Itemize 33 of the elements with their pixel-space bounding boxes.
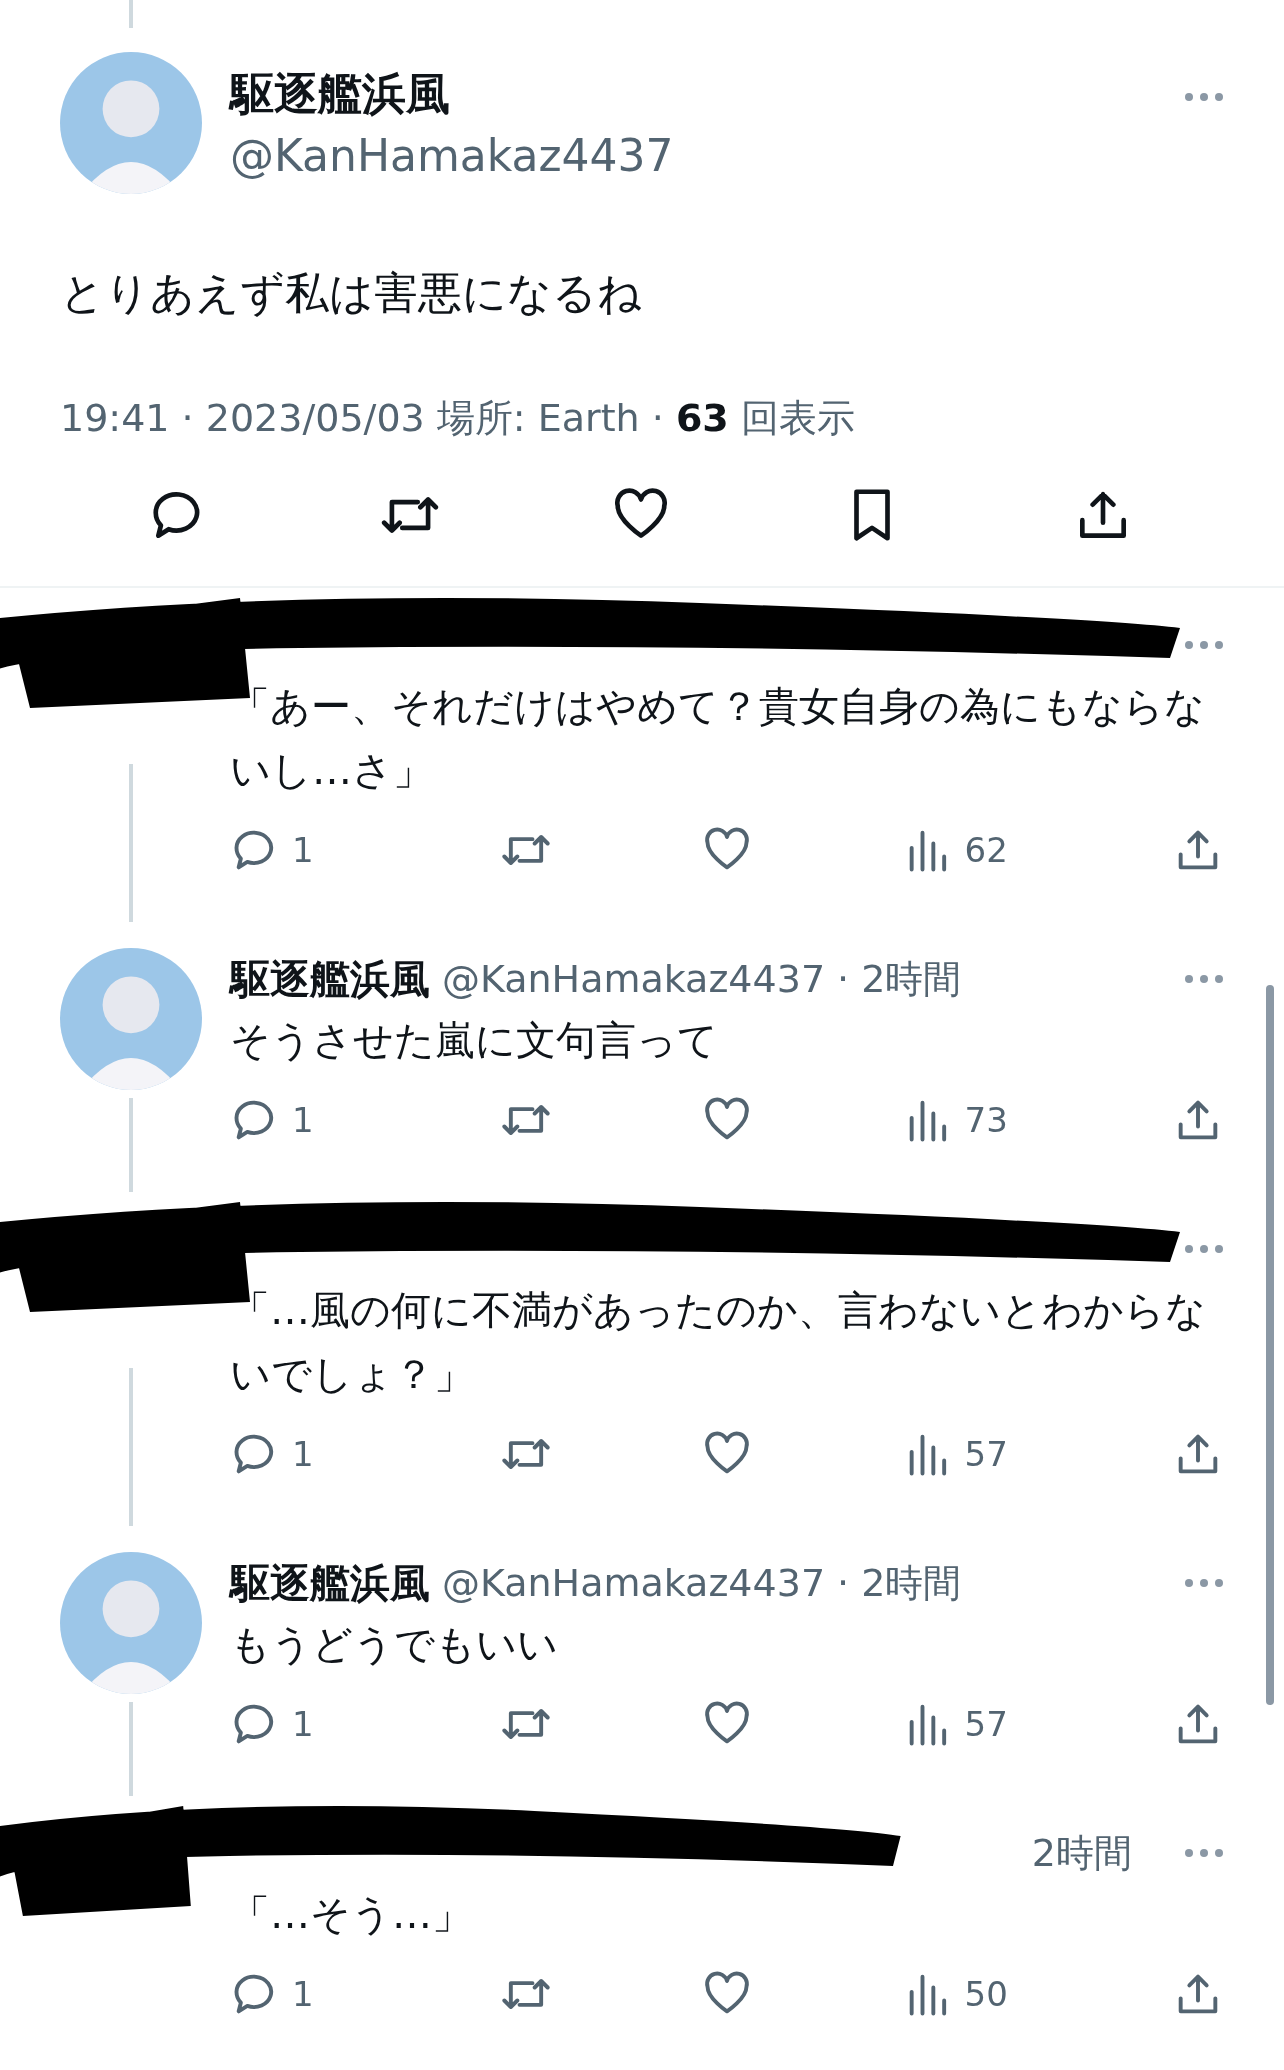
post-time: · 2時間 <box>837 955 962 1003</box>
view-count: 62 <box>964 830 1008 870</box>
view-count: 50 <box>964 1974 1008 2014</box>
user-name[interactable]: 駆逐艦浜風 <box>230 1555 430 1611</box>
more-icon[interactable] <box>1184 1848 1224 1858</box>
more-icon[interactable] <box>1184 974 1224 984</box>
reply-text: 「あー、それだけはやめて？貴女自身の為にもならないし…さ」 <box>230 682 1206 795</box>
tweet-text: とりあえず私は害悪になるね <box>60 266 643 320</box>
view-count: 73 <box>964 1100 1008 1140</box>
reply-count: 1 <box>292 1434 314 1474</box>
more-icon[interactable] <box>1184 1244 1224 1254</box>
user-handle[interactable]: @KanHamakaz4437 <box>442 1561 826 1605</box>
post-time: · 2時間 <box>837 1559 962 1607</box>
reply-text: そうさせた嵐に文句言って <box>230 1016 719 1065</box>
view-count: 57 <box>964 1704 1008 1744</box>
tweet-meta: 19:41 · 2023/05/03 場所: Earth · 63 回表示 <box>60 395 856 442</box>
view-count: 57 <box>964 1434 1008 1474</box>
reply-count: 1 <box>292 1704 314 1744</box>
post-time: 2時間 <box>1031 1829 1132 1877</box>
reply-text: 「…風の何に不満があったのか、言わないとわからないでしょ？」 <box>230 1286 1207 1399</box>
more-icon[interactable] <box>1184 1578 1224 1588</box>
user-name[interactable]: 駆逐艦浜風 <box>230 951 430 1007</box>
user-handle[interactable]: @KanHamakaz4437 <box>442 957 826 1001</box>
user-name[interactable]: 駆逐艦浜風 <box>230 65 1156 124</box>
reply-count: 1 <box>292 830 314 870</box>
more-icon[interactable] <box>1184 640 1224 650</box>
reply-text: もうどうでもいい <box>230 1620 559 1669</box>
user-handle[interactable]: @KanHamakaz4437 <box>230 130 1156 181</box>
reply-count: 1 <box>292 1100 314 1140</box>
reply-text: 「…そう…」 <box>230 1890 473 1939</box>
more-icon[interactable] <box>1184 92 1224 102</box>
reply-count: 1 <box>292 1974 314 2014</box>
scrollbar[interactable] <box>1266 985 1274 1705</box>
